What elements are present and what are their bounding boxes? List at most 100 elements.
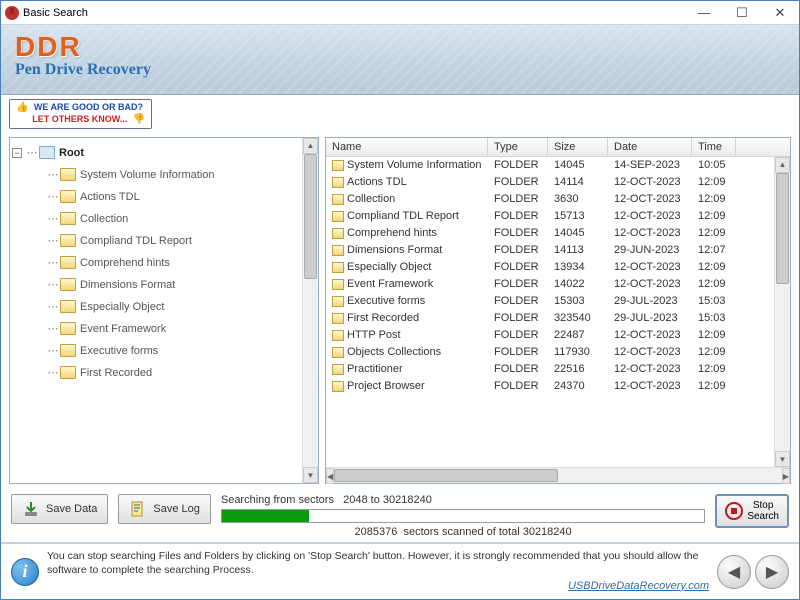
- table-row[interactable]: Event FrameworkFOLDER1402212-OCT-202312:…: [326, 276, 774, 293]
- tree-item[interactable]: ⋯Collection: [12, 208, 300, 230]
- folder-icon: [332, 245, 344, 256]
- tree-item-label: Dimensions Format: [80, 279, 175, 291]
- callout-line2: LET OTHERS KNOW...: [32, 114, 127, 124]
- maximize-button[interactable]: ☐: [727, 4, 757, 22]
- scroll-thumb[interactable]: [776, 173, 789, 284]
- close-button[interactable]: ✕: [765, 4, 795, 22]
- col-name[interactable]: Name: [326, 138, 488, 156]
- col-time[interactable]: Time: [692, 138, 736, 156]
- table-row[interactable]: Actions TDLFOLDER1411412-OCT-202312:09: [326, 174, 774, 191]
- folder-icon: [60, 256, 76, 269]
- folder-icon: [60, 322, 76, 335]
- list-header: Name Type Size Date Time: [326, 138, 790, 157]
- prev-button[interactable]: ◀: [717, 555, 751, 589]
- scroll-up-icon[interactable]: ▲: [775, 157, 790, 173]
- col-type[interactable]: Type: [488, 138, 548, 156]
- folder-icon: [332, 262, 344, 273]
- save-data-label: Save Data: [46, 503, 97, 515]
- scroll-right-icon[interactable]: ▶: [782, 468, 790, 484]
- table-row[interactable]: PractitionerFOLDER2251612-OCT-202312:09: [326, 361, 774, 378]
- folder-icon: [332, 160, 344, 171]
- collapse-icon[interactable]: −: [12, 148, 22, 158]
- progress-label: Searching from sectors: [221, 494, 334, 506]
- folder-icon: [332, 330, 344, 341]
- folder-tree-panel: − ⋯ Root ⋯System Volume Information⋯Acti…: [9, 137, 319, 485]
- tree-item[interactable]: ⋯First Recorded: [12, 362, 300, 384]
- tree-item-label: Especially Object: [80, 301, 164, 313]
- tree-item-label: Compliand TDL Report: [80, 235, 192, 247]
- tree-item[interactable]: ⋯Actions TDL: [12, 186, 300, 208]
- folder-tree[interactable]: − ⋯ Root ⋯System Volume Information⋯Acti…: [10, 138, 302, 484]
- table-row[interactable]: Objects CollectionsFOLDER11793012-OCT-20…: [326, 344, 774, 361]
- table-row[interactable]: Comprehend hintsFOLDER1404512-OCT-202312…: [326, 225, 774, 242]
- file-list-panel: Name Type Size Date Time System Volume I…: [325, 137, 791, 485]
- progress-scanned: 2085376: [355, 526, 398, 538]
- app-icon: [5, 6, 19, 20]
- table-row[interactable]: HTTP PostFOLDER2248712-OCT-202312:09: [326, 327, 774, 344]
- tree-root[interactable]: − ⋯ Root: [12, 142, 300, 164]
- tree-item[interactable]: ⋯Event Framework: [12, 318, 300, 340]
- folder-icon: [332, 347, 344, 358]
- table-row[interactable]: Compliand TDL ReportFOLDER1571312-OCT-20…: [326, 208, 774, 225]
- window-title: Basic Search: [23, 7, 689, 19]
- folder-icon: [332, 296, 344, 307]
- scroll-up-icon[interactable]: ▲: [303, 138, 318, 154]
- table-row[interactable]: System Volume InformationFOLDER1404514-S…: [326, 157, 774, 174]
- scroll-down-icon[interactable]: ▼: [775, 451, 790, 467]
- scroll-down-icon[interactable]: ▼: [303, 467, 318, 483]
- tree-item[interactable]: ⋯Executive forms: [12, 340, 300, 362]
- next-button[interactable]: ▶: [755, 555, 789, 589]
- list-scrollbar-h[interactable]: ◀ ▶: [326, 467, 790, 483]
- folder-icon: [332, 279, 344, 290]
- folder-icon: [332, 177, 344, 188]
- scroll-left-icon[interactable]: ◀: [326, 468, 334, 484]
- minimize-button[interactable]: —: [689, 4, 719, 22]
- tree-item-label: First Recorded: [80, 367, 152, 379]
- brand-logo: DDR: [15, 31, 785, 63]
- folder-icon: [332, 228, 344, 239]
- banner: DDR Pen Drive Recovery: [1, 25, 799, 95]
- website-link[interactable]: USBDriveDataRecovery.com: [47, 579, 709, 593]
- col-date[interactable]: Date: [608, 138, 692, 156]
- file-list[interactable]: System Volume InformationFOLDER1404514-S…: [326, 157, 774, 468]
- table-row[interactable]: Dimensions FormatFOLDER1411329-JUN-20231…: [326, 242, 774, 259]
- scroll-thumb-h[interactable]: [334, 469, 558, 482]
- tree-root-label: Root: [59, 147, 84, 159]
- scroll-thumb[interactable]: [304, 154, 317, 279]
- folder-icon: [60, 278, 76, 291]
- info-icon: i: [11, 558, 39, 586]
- brand-subtitle: Pen Drive Recovery: [15, 61, 785, 79]
- table-row[interactable]: First RecordedFOLDER32354029-JUL-202315:…: [326, 310, 774, 327]
- tree-item[interactable]: ⋯System Volume Information: [12, 164, 300, 186]
- save-log-button[interactable]: Save Log: [118, 494, 210, 524]
- list-scrollbar-v[interactable]: ▲ ▼: [774, 157, 790, 468]
- tree-item[interactable]: ⋯Comprehend hints: [12, 252, 300, 274]
- tree-scrollbar[interactable]: ▲ ▼: [302, 138, 318, 484]
- table-row[interactable]: Executive formsFOLDER1530329-JUL-202315:…: [326, 293, 774, 310]
- save-data-button[interactable]: Save Data: [11, 494, 108, 524]
- main-area: − ⋯ Root ⋯System Volume Information⋯Acti…: [1, 133, 799, 489]
- hint-text: You can stop searching Files and Folders…: [47, 550, 709, 593]
- tree-item-label: Event Framework: [80, 323, 166, 335]
- save-data-icon: [22, 500, 40, 518]
- folder-icon: [332, 381, 344, 392]
- tree-item-label: Executive forms: [80, 345, 158, 357]
- bottom-controls: Save Data Save Log Searching from sector…: [1, 488, 799, 542]
- stop-search-button[interactable]: Stop Search: [715, 494, 789, 528]
- folder-icon: [60, 344, 76, 357]
- tree-item-label: Comprehend hints: [80, 257, 170, 269]
- table-row[interactable]: CollectionFOLDER363012-OCT-202312:09: [326, 191, 774, 208]
- folder-icon: [332, 364, 344, 375]
- table-row[interactable]: Project BrowserFOLDER2437012-OCT-202312:…: [326, 378, 774, 395]
- thumbs-up-icon: 👍: [16, 102, 28, 113]
- thumbs-down-icon: 👎: [133, 114, 145, 125]
- tree-item[interactable]: ⋯Dimensions Format: [12, 274, 300, 296]
- feedback-callout[interactable]: 👍 WE ARE GOOD OR BAD? LET OTHERS KNOW...…: [9, 99, 152, 129]
- table-row[interactable]: Especially ObjectFOLDER1393412-OCT-20231…: [326, 259, 774, 276]
- folder-icon: [60, 300, 76, 313]
- progress-range: 2048 to 30218240: [343, 494, 432, 506]
- col-size[interactable]: Size: [548, 138, 608, 156]
- tree-item[interactable]: ⋯Compliand TDL Report: [12, 230, 300, 252]
- tree-item[interactable]: ⋯Especially Object: [12, 296, 300, 318]
- progress-area: Searching from sectors 2048 to 30218240 …: [221, 494, 705, 538]
